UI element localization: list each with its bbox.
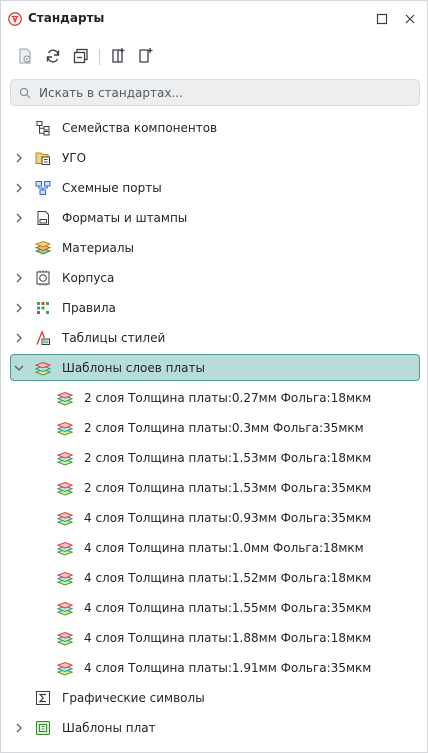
tree-item-label: Семейства компонентов xyxy=(62,121,218,135)
tree-item-layer-template[interactable]: 2 слоя Толщина платы:0.3мм Фольга:35мкм xyxy=(1,413,427,443)
chevron-down-icon[interactable] xyxy=(14,363,24,373)
layers-icon xyxy=(57,390,73,406)
tree-item-layer-templates[interactable]: Шаблоны слоев платы xyxy=(1,353,427,383)
material-stack-icon xyxy=(35,240,51,256)
collapse-all-icon[interactable] xyxy=(72,47,90,65)
tree-item-label: Схемные порты xyxy=(62,181,162,195)
tree-item-label: Шаблоны слоев платы xyxy=(62,361,205,375)
layers-icon xyxy=(57,600,73,616)
standards-panel: Стандарты Искать в стандартах... Семейст… xyxy=(0,0,428,753)
chevron-right-icon[interactable] xyxy=(14,303,24,313)
tree-item-label: 4 слоя Толщина платы:1.88мм Фольга:18мкм xyxy=(84,631,372,645)
layers-icon xyxy=(57,450,73,466)
standards-app-icon xyxy=(8,12,22,26)
toolbar-separator xyxy=(99,49,100,65)
style-palette-icon xyxy=(35,330,51,346)
tree-item-label: УГО xyxy=(62,151,87,165)
hierarchy-icon xyxy=(35,120,51,136)
tree-item-layer-template[interactable]: 4 слоя Толщина платы:0.93мм Фольга:35мкм xyxy=(1,503,427,533)
refresh-icon[interactable] xyxy=(44,47,62,65)
title-bar: Стандарты xyxy=(1,1,427,37)
search-icon xyxy=(19,87,31,99)
tree-item-label: Шаблоны плат xyxy=(62,721,156,735)
tree-item-layer-template[interactable]: 2 слоя Толщина платы:0.27мм Фольга:18мкм xyxy=(1,383,427,413)
tree-item-label: Таблицы стилей xyxy=(62,331,166,345)
tree-item-label: 4 слоя Толщина платы:1.55мм Фольга:35мкм xyxy=(84,601,372,615)
tree-item-label: 2 слоя Толщина платы:0.3мм Фольга:35мкм xyxy=(84,421,364,435)
tree-item-component-families[interactable]: Семейства компонентов xyxy=(1,113,427,143)
layers-icon xyxy=(57,510,73,526)
tree-item-style-tables[interactable]: Таблицы стилей xyxy=(1,323,427,353)
tree-item-label: 4 слоя Толщина платы:1.91мм Фольга:35мкм xyxy=(84,661,372,675)
chevron-right-icon[interactable] xyxy=(14,723,24,733)
chevron-right-icon[interactable] xyxy=(14,183,24,193)
tree-item-formats[interactable]: Форматы и штампы xyxy=(1,203,427,233)
tree-item-layer-template[interactable]: 2 слоя Толщина платы:1.53мм Фольга:18мкм xyxy=(1,443,427,473)
tree-item-board-templates[interactable]: Шаблоны плат xyxy=(1,713,427,743)
tree-item-label: Графические символы xyxy=(62,691,205,705)
tree-item-schematic-ports[interactable]: Схемные порты xyxy=(1,173,427,203)
tree-item-label: 2 слоя Толщина платы:1.53мм Фольга:18мкм xyxy=(84,451,372,465)
tree-item-layer-template[interactable]: 4 слоя Толщина платы:1.55мм Фольга:35мкм xyxy=(1,593,427,623)
chevron-right-icon[interactable] xyxy=(14,153,24,163)
layers-icon xyxy=(57,420,73,436)
tree-item-label: 2 слоя Толщина платы:0.27мм Фольга:18мкм xyxy=(84,391,372,405)
tree-item-layer-template[interactable]: 4 слоя Толщина платы:1.91мм Фольга:35мкм xyxy=(1,653,427,683)
tree-item-rules[interactable]: Правила xyxy=(1,293,427,323)
document-settings-icon[interactable] xyxy=(16,47,34,65)
tree-item-label: 4 слоя Толщина платы:0.93мм Фольга:35мкм xyxy=(84,511,372,525)
new-subitem-icon[interactable] xyxy=(137,47,155,65)
pcb-board-icon xyxy=(35,720,51,736)
search-box xyxy=(10,79,420,106)
tree-item-label: 2 слоя Толщина платы:1.53мм Фольга:35мкм xyxy=(84,481,372,495)
tree-item-graphic-symbols[interactable]: Графические символы xyxy=(1,683,427,713)
tree-item-layer-template[interactable]: 4 слоя Толщина платы:1.52мм Фольга:18мкм xyxy=(1,563,427,593)
tree-item-label: 4 слоя Толщина платы:1.52мм Фольга:18мкм xyxy=(84,571,372,585)
rules-grid-icon xyxy=(35,300,51,316)
close-button[interactable] xyxy=(403,12,417,26)
layers-icon xyxy=(57,480,73,496)
tree-item-layer-template[interactable]: 4 слоя Толщина платы:1.0мм Фольга:18мкм xyxy=(1,533,427,563)
chevron-right-icon[interactable] xyxy=(14,273,24,283)
chevron-right-icon[interactable] xyxy=(14,213,24,223)
toolbar xyxy=(1,45,427,69)
search-input[interactable] xyxy=(39,80,409,105)
layers-icon xyxy=(57,630,73,646)
layers-icon xyxy=(35,360,51,376)
document-stamp-icon xyxy=(35,210,51,226)
chevron-right-icon[interactable] xyxy=(14,333,24,343)
tree-item-layer-template[interactable]: 2 слоя Толщина платы:1.53мм Фольга:35мкм xyxy=(1,473,427,503)
tree-item-materials[interactable]: Материалы xyxy=(1,233,427,263)
layers-icon xyxy=(57,660,73,676)
tree-item-label: Материалы xyxy=(62,241,134,255)
ugo-folder-icon xyxy=(35,150,51,166)
tree-item-label: Корпуса xyxy=(62,271,115,285)
new-item-icon[interactable] xyxy=(109,47,127,65)
layers-icon xyxy=(57,540,73,556)
tree-item-label: 4 слоя Толщина платы:1.0мм Фольга:18мкм xyxy=(84,541,364,555)
network-ports-icon xyxy=(35,180,51,196)
tree-item-packages[interactable]: Корпуса xyxy=(1,263,427,293)
tree-item-layer-template[interactable]: 4 слоя Толщина платы:1.88мм Фольга:18мкм xyxy=(1,623,427,653)
tree-item-label: Форматы и штампы xyxy=(62,211,188,225)
chip-package-icon xyxy=(35,270,51,286)
maximize-button[interactable] xyxy=(375,12,389,26)
tree-item-ugo[interactable]: УГО xyxy=(1,143,427,173)
tree-item-label: Правила xyxy=(62,301,116,315)
layers-icon xyxy=(57,570,73,586)
window-title: Стандарты xyxy=(28,11,105,25)
sigma-symbol-icon xyxy=(35,690,51,706)
